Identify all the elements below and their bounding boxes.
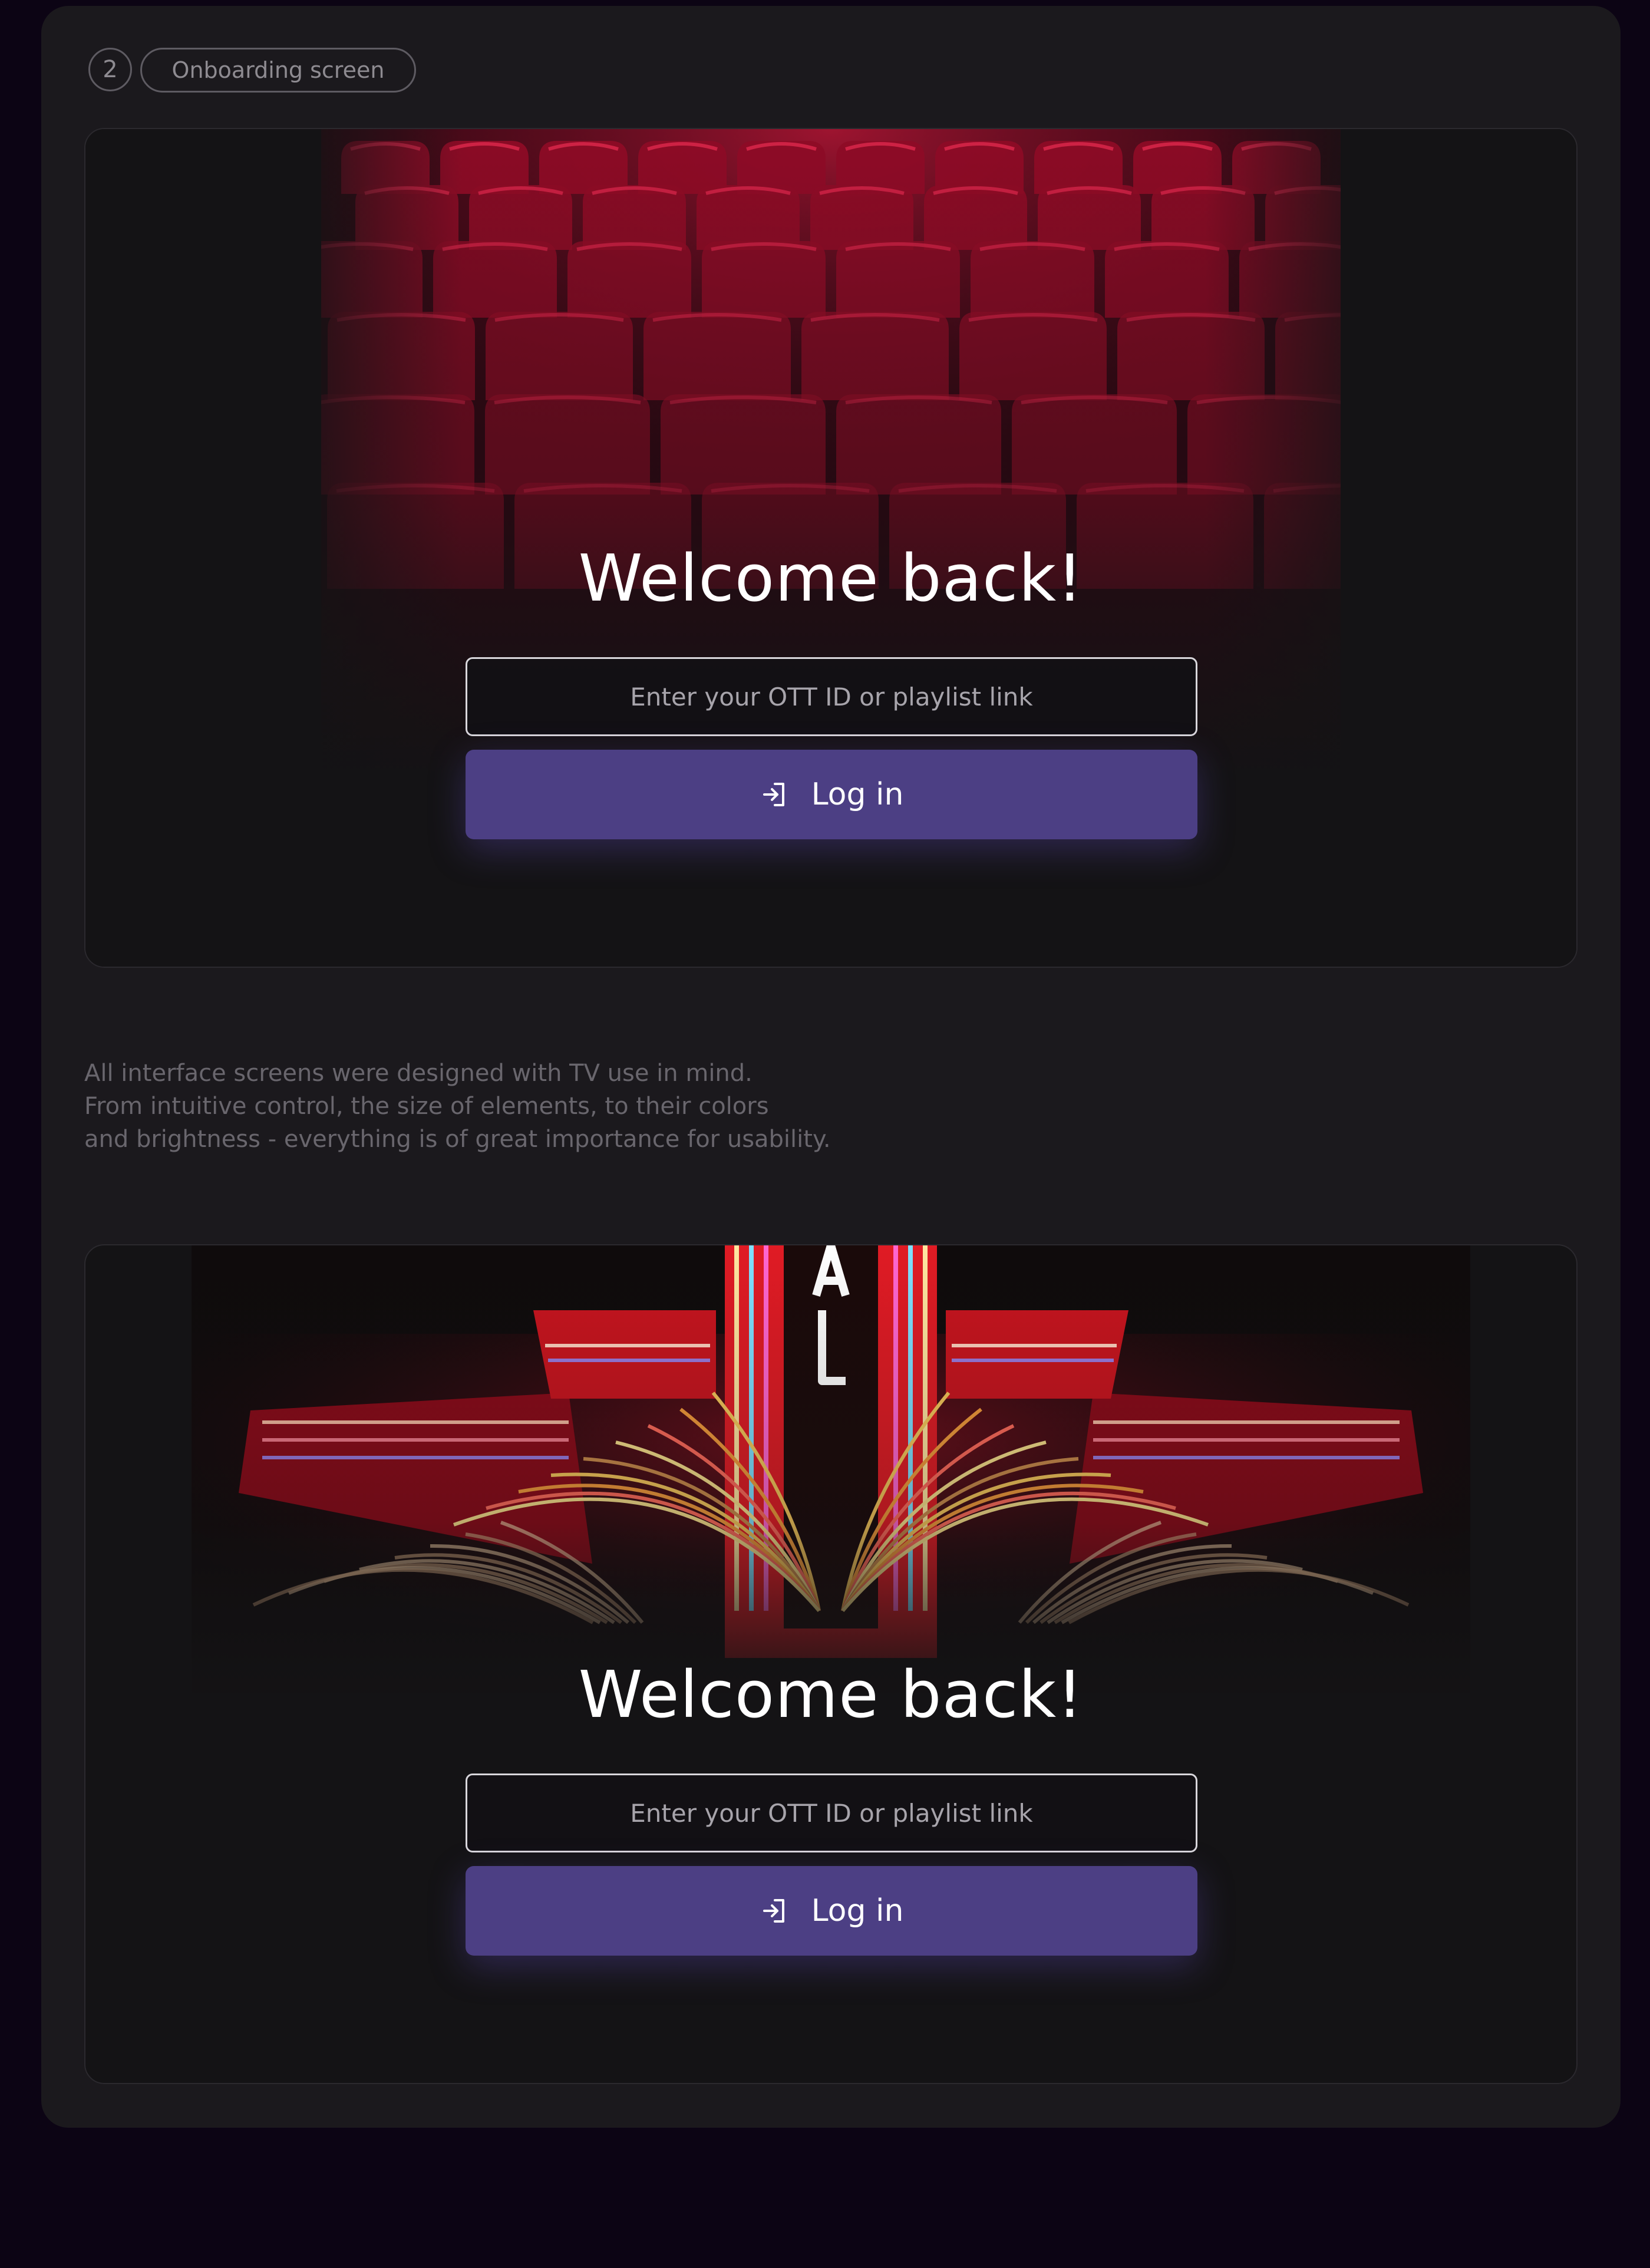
login-arrow-icon: [760, 780, 788, 809]
description-line-2: From intuitive control, the size of elem…: [84, 1093, 769, 1120]
login-button[interactable]: Log in: [466, 1866, 1197, 1956]
section-label: Onboarding screen: [171, 57, 385, 83]
step-number-badge: 2: [88, 48, 132, 91]
onboarding-screen-neon: Welcome back! Log in: [84, 1244, 1578, 2084]
login-button[interactable]: Log in: [466, 750, 1197, 839]
description-line-1: All interface screens were designed with…: [84, 1060, 753, 1087]
welcome-title: Welcome back!: [578, 1657, 1084, 1732]
section-label-pill: Onboarding screen: [140, 48, 416, 93]
ott-id-input[interactable]: [466, 657, 1197, 736]
welcome-title: Welcome back!: [578, 540, 1084, 616]
login-label: Log in: [811, 777, 904, 812]
onboarding-screen-theater: Welcome back! Log in: [84, 128, 1578, 968]
step-number: 2: [103, 56, 118, 83]
description-line-3: and brightness - everything is of great …: [84, 1126, 831, 1153]
login-arrow-icon: [760, 1897, 788, 1925]
login-label: Log in: [811, 1893, 904, 1929]
design-description: All interface screens were designed with…: [84, 1057, 909, 1156]
ott-id-input[interactable]: [466, 1773, 1197, 1852]
